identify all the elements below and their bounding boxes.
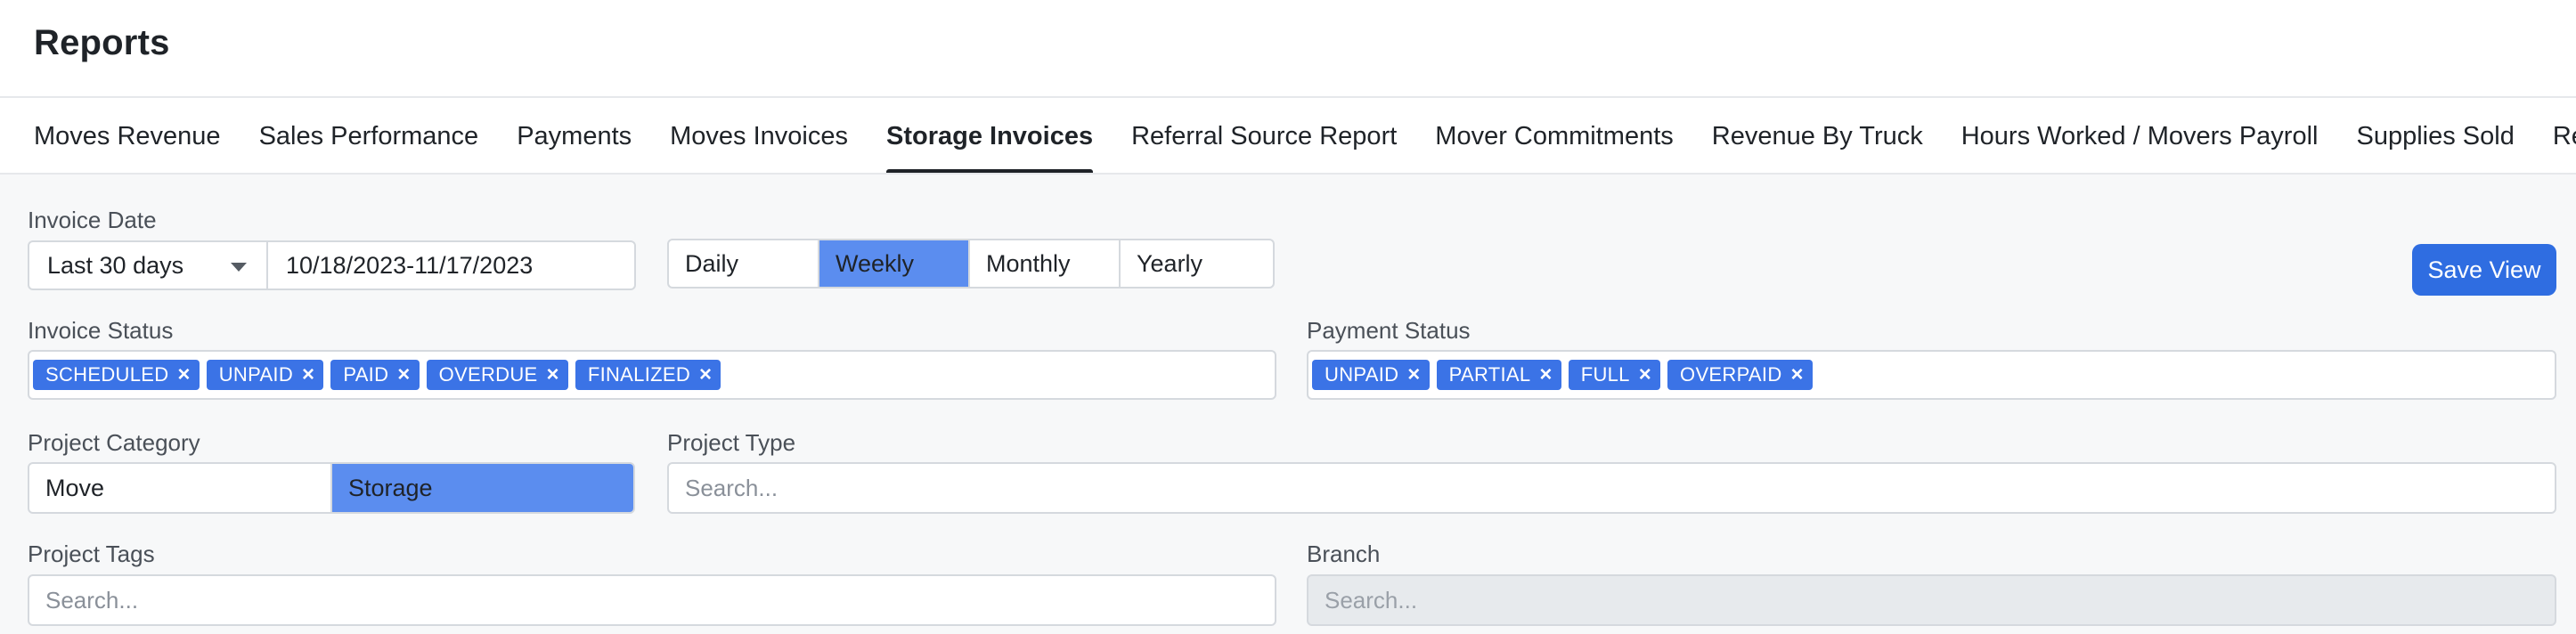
- granularity-weekly[interactable]: Weekly: [819, 240, 970, 287]
- close-icon[interactable]: ×: [547, 362, 559, 387]
- chip-label: SCHEDULED: [45, 363, 169, 386]
- chip-label: PARTIAL: [1448, 363, 1531, 386]
- project-tags-search-input[interactable]: [28, 574, 1276, 626]
- payment-status-multiselect[interactable]: UNPAID × PARTIAL × FULL × OVERPAID ×: [1307, 350, 2556, 400]
- close-icon[interactable]: ×: [699, 362, 712, 387]
- close-icon[interactable]: ×: [177, 362, 190, 387]
- project-category-label: Project Category: [28, 429, 200, 456]
- chip-label: OVERDUE: [438, 363, 538, 386]
- save-view-button[interactable]: Save View: [2412, 244, 2556, 296]
- tab-supplies-sold[interactable]: Supplies Sold: [2356, 98, 2514, 173]
- tab-moves-revenue[interactable]: Moves Revenue: [34, 98, 221, 173]
- invoice-status-chip: PAID ×: [330, 360, 420, 390]
- close-icon[interactable]: ×: [1639, 362, 1651, 387]
- close-icon[interactable]: ×: [1791, 362, 1804, 387]
- project-category-move[interactable]: Move: [29, 464, 332, 512]
- project-category-segmented-control: Move Storage: [28, 462, 635, 514]
- branch-search-input: [1307, 574, 2556, 626]
- tab-storage-invoices[interactable]: Storage Invoices: [886, 98, 1094, 173]
- chip-label: FINALIZED: [587, 363, 691, 386]
- granularity-daily[interactable]: Daily: [669, 240, 819, 287]
- report-tabs: Moves Revenue Sales Performance Payments…: [34, 98, 2576, 173]
- branch-label: Branch: [1307, 541, 1381, 567]
- invoice-status-chip: UNPAID ×: [206, 360, 324, 390]
- date-range-input[interactable]: 10/18/2023-11/17/2023: [266, 240, 636, 290]
- date-range-select[interactable]: Last 30 days: [28, 240, 268, 290]
- payment-status-chip: OVERPAID ×: [1667, 360, 1813, 390]
- project-tags-label: Project Tags: [28, 541, 155, 567]
- project-category-storage[interactable]: Storage: [332, 464, 633, 512]
- tab-hours-worked-movers-payroll[interactable]: Hours Worked / Movers Payroll: [1961, 98, 2319, 173]
- payment-status-label: Payment Status: [1307, 317, 1471, 344]
- tab-moves-invoices[interactable]: Moves Invoices: [670, 98, 848, 173]
- tab-payments[interactable]: Payments: [517, 98, 632, 173]
- invoice-status-chip: OVERDUE ×: [426, 360, 568, 390]
- tab-revenue-by-truck[interactable]: Revenue By Truck: [1712, 98, 1923, 173]
- date-range-value: 10/18/2023-11/17/2023: [286, 251, 534, 279]
- chip-label: PAID: [343, 363, 389, 386]
- payment-status-chip: PARTIAL ×: [1436, 360, 1561, 390]
- invoice-status-chip: SCHEDULED ×: [33, 360, 200, 390]
- chip-label: UNPAID: [1325, 363, 1399, 386]
- chip-label: OVERPAID: [1680, 363, 1782, 386]
- chip-label: UNPAID: [218, 363, 294, 386]
- page-title: Reports: [34, 23, 170, 62]
- payment-status-chip: FULL ×: [1568, 360, 1661, 390]
- invoice-status-label: Invoice Status: [28, 317, 174, 344]
- tab-referral-source-report[interactable]: Referral Source Report: [1131, 98, 1397, 173]
- close-icon[interactable]: ×: [1539, 362, 1552, 387]
- caret-down-icon: [231, 263, 247, 272]
- report-tabbar: Moves Revenue Sales Performance Payments…: [0, 98, 2576, 175]
- project-type-label: Project Type: [667, 429, 796, 456]
- close-icon[interactable]: ×: [397, 362, 410, 387]
- invoice-status-multiselect[interactable]: SCHEDULED × UNPAID × PAID × OVERDUE × FINALI…: [28, 350, 1276, 400]
- project-type-search-input[interactable]: [667, 462, 2556, 514]
- tab-overflow-truncated[interactable]: Re: [2553, 98, 2576, 173]
- tab-sales-performance[interactable]: Sales Performance: [259, 98, 479, 173]
- page-header: Reports: [0, 0, 2576, 98]
- close-icon[interactable]: ×: [1407, 362, 1420, 387]
- granularity-segmented-control: Daily Weekly Monthly Yearly: [667, 239, 1275, 289]
- invoice-status-chip: FINALIZED ×: [575, 360, 721, 390]
- payment-status-chip: UNPAID ×: [1312, 360, 1430, 390]
- granularity-yearly[interactable]: Yearly: [1121, 240, 1273, 287]
- chip-label: FULL: [1580, 363, 1630, 386]
- granularity-monthly[interactable]: Monthly: [970, 240, 1121, 287]
- date-range-select-value: Last 30 days: [47, 251, 184, 279]
- close-icon[interactable]: ×: [302, 362, 314, 387]
- invoice-date-label: Invoice Date: [28, 207, 157, 233]
- tab-mover-commitments[interactable]: Mover Commitments: [1435, 98, 1674, 173]
